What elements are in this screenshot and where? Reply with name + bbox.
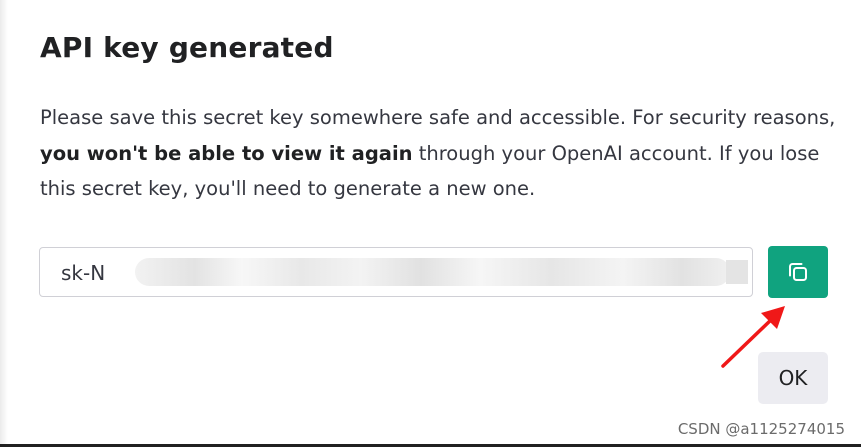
- copy-icon: [789, 263, 807, 281]
- dialog-edge-shadow: [0, 0, 8, 444]
- dialog-description: Please save this secret key somewhere sa…: [40, 100, 840, 207]
- key-redaction-blur: [135, 258, 730, 286]
- ok-button[interactable]: OK: [758, 352, 828, 404]
- dialog-title: API key generated: [40, 31, 334, 64]
- key-redaction-edge: [726, 260, 748, 284]
- secret-key-value[interactable]: sk-N: [61, 260, 105, 286]
- api-key-dialog: API key generated Please save this secre…: [0, 0, 861, 447]
- description-text: Please save this secret key somewhere sa…: [40, 106, 836, 129]
- description-emphasis: you won't be able to view it again: [40, 141, 413, 165]
- watermark-text: CSDN @a1125274015: [677, 420, 845, 438]
- secret-key-field[interactable]: sk-N: [39, 247, 753, 297]
- copy-key-button[interactable]: [768, 246, 828, 298]
